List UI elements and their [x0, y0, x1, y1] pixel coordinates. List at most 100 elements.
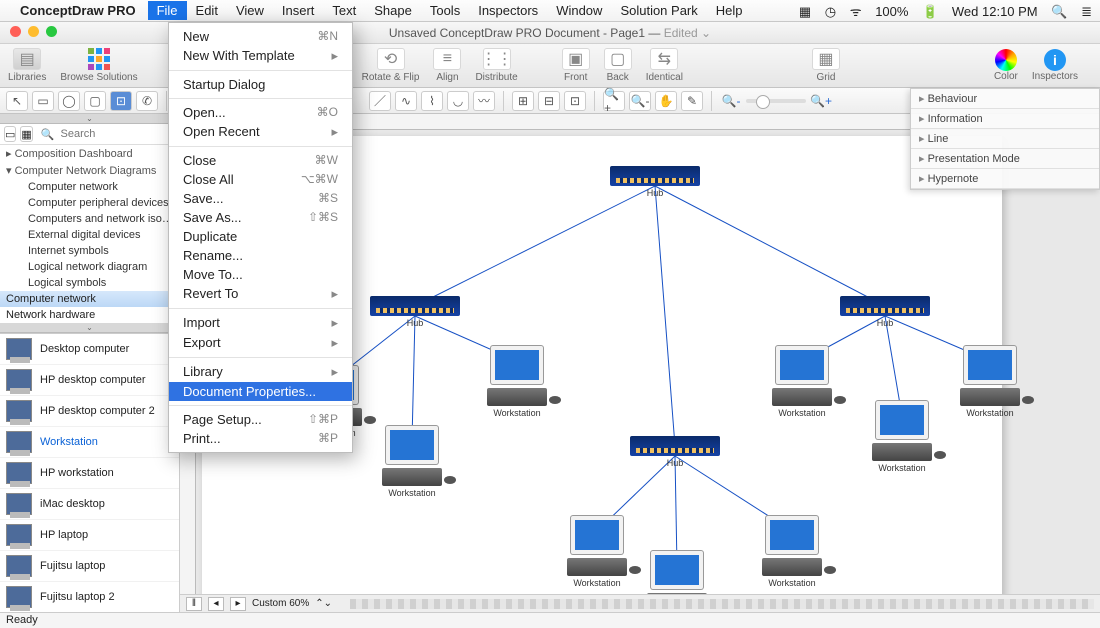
zoom-display[interactable]: Custom 60%	[252, 598, 309, 609]
back-button[interactable]: ▢Back	[604, 48, 632, 83]
zoom-plus-button[interactable]: 🔍+	[810, 91, 832, 111]
inspector-hypernote[interactable]: Hypernote	[911, 169, 1099, 189]
zoom-window-button[interactable]	[46, 26, 57, 37]
polyline-tool[interactable]: ⌇	[421, 91, 443, 111]
shape-fujitsu-laptop[interactable]: Fujitsu laptop	[0, 551, 179, 582]
menu-shape[interactable]: Shape	[365, 1, 421, 20]
inspectors-button[interactable]: iInspectors	[1032, 49, 1078, 82]
battery-icon[interactable]: 🔋	[922, 4, 938, 19]
shape-desktop-computer[interactable]: Desktop computer	[0, 334, 179, 365]
shape-hp-desktop-computer-2[interactable]: HP desktop computer 2	[0, 396, 179, 427]
list-icon[interactable]: ≣	[1081, 4, 1092, 19]
inspector-behaviour[interactable]: Behaviour	[911, 89, 1099, 109]
shape-imac-desktop[interactable]: iMac desktop	[0, 489, 179, 520]
zoom-in-icon[interactable]: 🔍+	[603, 91, 625, 111]
shape-fujitsu-laptop-2[interactable]: Fujitsu laptop 2	[0, 582, 179, 612]
diagram-hub[interactable]: Hub	[370, 296, 460, 328]
filemenu-import[interactable]: Import	[169, 313, 352, 333]
rect-tool[interactable]: ▭	[32, 91, 54, 111]
zoom-minus-button[interactable]: 🔍-	[720, 91, 742, 111]
color-button[interactable]: Color	[994, 49, 1018, 82]
menu-view[interactable]: View	[227, 1, 273, 20]
tree-composition-dashboard[interactable]: ▸ Composition Dashboard	[0, 145, 179, 162]
inspector-information[interactable]: Information	[911, 109, 1099, 129]
menu-edit[interactable]: Edit	[187, 1, 227, 20]
filemenu-revert-to[interactable]: Revert To	[169, 284, 352, 304]
libraries-button[interactable]: ▤Libraries	[8, 48, 46, 83]
control-center-icon[interactable]: ▦	[799, 4, 811, 19]
zoom-out-icon[interactable]: 🔍-	[629, 91, 651, 111]
clock-alt-icon[interactable]: ◷	[825, 4, 836, 19]
diagram-workstation[interactable]: Workstation	[762, 346, 842, 418]
filemenu-print-[interactable]: Print...⌘P	[169, 429, 352, 448]
filemenu-duplicate[interactable]: Duplicate	[169, 227, 352, 246]
tree-computer-network-diagrams[interactable]: ▾ Computer Network Diagrams	[0, 162, 179, 179]
tree-computers-and-network-isometric[interactable]: Computers and network isometric	[0, 211, 179, 227]
zoom-stepper-icon[interactable]: ⌃⌄	[315, 598, 332, 609]
ungroup-tool[interactable]: ⊟	[538, 91, 560, 111]
shape-hp-workstation[interactable]: HP workstation	[0, 458, 179, 489]
list-view-icon[interactable]: ▭	[4, 126, 16, 142]
panel-collapse-2[interactable]: ⌄	[0, 323, 179, 333]
spline-tool[interactable]: 〰	[473, 91, 495, 111]
diagram-workstation[interactable]: Workstation	[372, 426, 452, 498]
tree-internet-symbols[interactable]: Internet symbols	[0, 243, 179, 259]
diagram-workstation[interactable]: Workstation	[950, 346, 1030, 418]
menu-tools[interactable]: Tools	[421, 1, 469, 20]
diagram-hub[interactable]: Hub	[630, 436, 720, 468]
floating-inspector[interactable]: BehaviourInformationLinePresentation Mod…	[910, 88, 1100, 190]
filemenu-close-all[interactable]: Close All⌥⌘W	[169, 170, 352, 189]
diagram-workstation[interactable]: Workstation	[477, 346, 557, 418]
menu-file[interactable]: File	[148, 1, 187, 20]
panel-collapse-1[interactable]: ⌄	[0, 114, 179, 124]
diagram-hub[interactable]: Hub	[610, 166, 700, 198]
wifi-icon[interactable]: ᯤ	[850, 4, 862, 19]
filemenu-move-to-[interactable]: Move To...	[169, 265, 352, 284]
tree-external-digital-devices[interactable]: External digital devices	[0, 227, 179, 243]
filemenu-document-properties-[interactable]: Document Properties...	[169, 382, 352, 401]
filemenu-new-with-template[interactable]: New With Template	[169, 46, 352, 66]
align-button[interactable]: ≡Align	[433, 48, 461, 83]
tree-logical-symbols[interactable]: Logical symbols	[0, 275, 179, 291]
shape-workstation[interactable]: Workstation	[0, 427, 179, 458]
spotlight-icon[interactable]: 🔍	[1051, 4, 1067, 19]
horizontal-scrollbar[interactable]	[350, 599, 1094, 609]
phone-icon[interactable]: ✆	[136, 91, 158, 111]
filemenu-export[interactable]: Export	[169, 333, 352, 353]
ellipse-tool[interactable]: ◯	[58, 91, 80, 111]
shape-hp-laptop[interactable]: HP laptop	[0, 520, 179, 551]
inspector-line[interactable]: Line	[911, 129, 1099, 149]
browse-solutions-button[interactable]: Browse Solutions	[60, 48, 137, 83]
filemenu-startup-dialog[interactable]: Startup Dialog	[169, 75, 352, 94]
tree-logical-network-diagram[interactable]: Logical network diagram	[0, 259, 179, 275]
filemenu-close[interactable]: Close⌘W	[169, 151, 352, 170]
edited-indicator[interactable]: Edited	[664, 26, 698, 40]
line-tool[interactable]: ／	[369, 91, 391, 111]
filemenu-new[interactable]: New⌘N	[169, 27, 352, 46]
diagram-hub[interactable]: Hub	[840, 296, 930, 328]
close-window-button[interactable]	[10, 26, 21, 37]
connector-tool[interactable]: ⊡	[110, 91, 132, 111]
page-prev-btn[interactable]: ▸	[230, 597, 246, 611]
tree-computer-peripheral-devices[interactable]: Computer peripheral devices	[0, 195, 179, 211]
grid-view-icon[interactable]: ▦	[20, 126, 32, 142]
menu-solution-park[interactable]: Solution Park	[611, 1, 706, 20]
app-name[interactable]: ConceptDraw PRO	[20, 3, 136, 18]
distribute-button[interactable]: ⋮⋮Distribute	[475, 48, 517, 83]
minimize-window-button[interactable]	[28, 26, 39, 37]
pointer-tool[interactable]: ↖	[6, 91, 28, 111]
tree-computer-network[interactable]: Computer network	[0, 179, 179, 195]
tree-network-hardware[interactable]: Network hardware	[0, 307, 179, 323]
page-first-btn[interactable]: ◂	[208, 597, 224, 611]
zoom-slider[interactable]	[746, 99, 806, 103]
menu-inspectors[interactable]: Inspectors	[469, 1, 547, 20]
diagram-workstation[interactable]: Workstation	[557, 516, 637, 588]
filemenu-save-[interactable]: Save...⌘S	[169, 189, 352, 208]
curve-tool[interactable]: ∿	[395, 91, 417, 111]
group-tool[interactable]: ⊞	[512, 91, 534, 111]
rounded-tool[interactable]: ▢	[84, 91, 106, 111]
arc-tool[interactable]: ◡	[447, 91, 469, 111]
menu-help[interactable]: Help	[707, 1, 752, 20]
rotate-flip-button[interactable]: ⟲Rotate & Flip	[362, 48, 420, 83]
diagram-workstation[interactable]: Workstation	[752, 516, 832, 588]
